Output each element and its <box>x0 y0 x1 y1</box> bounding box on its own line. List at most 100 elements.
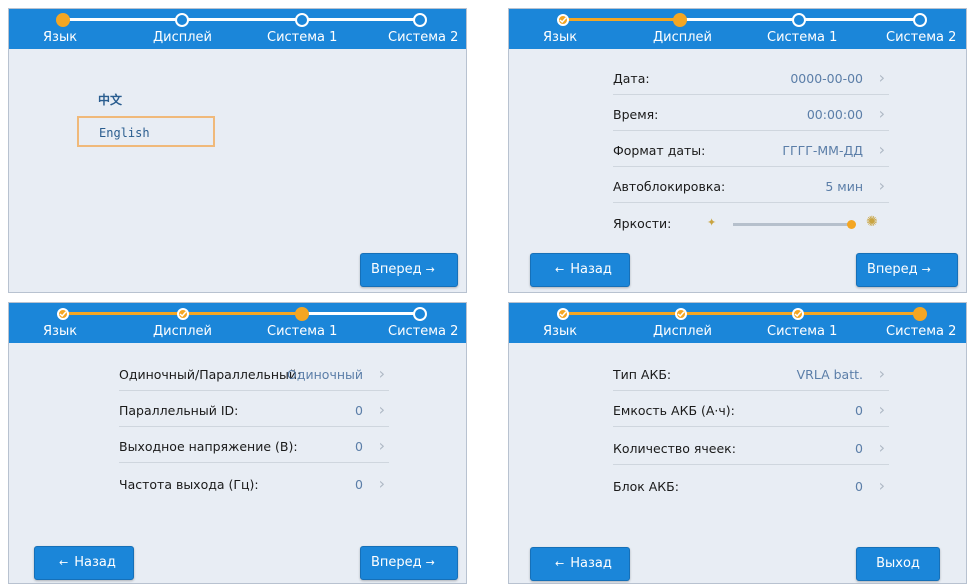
step-dot-current <box>56 13 70 27</box>
chevron-right-icon: › <box>878 176 885 195</box>
panel-system-2: Язык Дисплей Система 1 Система 2 Тип АКБ… <box>508 302 967 584</box>
checkmark-icon <box>559 17 567 24</box>
setting-row-date-format[interactable]: Формат даты: ГГГГ-ММ-ДД › <box>613 133 889 167</box>
arrow-left-icon: ← <box>555 263 565 276</box>
checkmark-icon <box>559 311 567 318</box>
step-dot <box>792 13 806 27</box>
step-dot-done <box>557 308 569 320</box>
chevron-right-icon: › <box>378 364 385 383</box>
brightness-slider-knob[interactable] <box>847 220 856 229</box>
step-dot <box>413 13 427 27</box>
arrow-right-icon: → <box>425 556 435 569</box>
wizard-progress: Язык Дисплей Система 1 Система 2 <box>509 9 966 49</box>
setting-label: Выходное напряжение (В): <box>119 439 298 454</box>
back-button[interactable]: ← Назад <box>34 546 134 580</box>
panel-system-1: Язык Дисплей Система 1 Система 2 Одиночн… <box>8 302 467 584</box>
setting-label: Тип АКБ: <box>613 367 672 382</box>
wizard-progress: Язык Дисплей Система 1 Система 2 <box>9 303 466 343</box>
checkmark-icon <box>677 311 685 318</box>
step-label-language[interactable]: Язык <box>43 30 77 45</box>
progress-track <box>63 18 419 21</box>
chevron-right-icon: › <box>378 436 385 455</box>
wizard-progress: Язык Дисплей Система 1 Система 2 <box>509 303 966 343</box>
setting-row-battery-block[interactable]: Блок АКБ: 0 › <box>613 469 889 503</box>
next-button[interactable]: Вперед → <box>856 253 958 287</box>
chevron-right-icon: › <box>878 140 885 159</box>
chevron-right-icon: › <box>878 364 885 383</box>
next-button-label: Вперед <box>867 262 918 277</box>
setting-row-parallel-id[interactable]: Параллельный ID: 0 › <box>119 393 389 427</box>
step-label-language[interactable]: Язык <box>543 324 577 339</box>
setting-row-battery-capacity[interactable]: Емкость АКБ (А·ч): 0 › <box>613 393 889 427</box>
checkmark-icon <box>794 311 802 318</box>
setting-value: VRLA batt. <box>796 367 863 382</box>
sun-icon-low: ✦ <box>707 216 717 229</box>
back-button[interactable]: ← Назад <box>530 253 630 287</box>
progress-track-done <box>563 18 680 21</box>
progress-track-done <box>563 312 919 315</box>
arrow-left-icon: ← <box>59 556 69 569</box>
progress-track <box>301 312 419 315</box>
step-label-system-1[interactable]: Система 1 <box>267 30 337 45</box>
setting-row-date[interactable]: Дата: 0000-00-00 › <box>613 61 889 95</box>
chevron-right-icon: › <box>878 68 885 87</box>
setting-row-time[interactable]: Время: 00:00:00 › <box>613 97 889 131</box>
chevron-right-icon: › <box>878 104 885 123</box>
setting-label: Блок АКБ: <box>613 479 679 494</box>
setting-label: Дата: <box>613 71 650 86</box>
step-label-language[interactable]: Язык <box>43 324 77 339</box>
step-label-system-1[interactable]: Система 1 <box>767 324 837 339</box>
setting-value: 0 <box>355 439 363 454</box>
step-label-system-2[interactable]: Система 2 <box>388 324 458 339</box>
setting-value: 0 <box>355 403 363 418</box>
setting-row-battery-type[interactable]: Тип АКБ: VRLA batt. › <box>613 357 889 391</box>
arrow-right-icon: → <box>425 263 435 276</box>
arrow-right-icon: → <box>921 263 931 276</box>
setting-row-autolock[interactable]: Автоблокировка: 5 мин › <box>613 169 889 203</box>
setting-value: ГГГГ-ММ-ДД <box>782 143 863 158</box>
setting-value: 0 <box>855 441 863 456</box>
step-label-system-2[interactable]: Система 2 <box>388 30 458 45</box>
step-dot-current <box>295 307 309 321</box>
brightness-slider[interactable] <box>733 223 851 226</box>
step-label-system-2[interactable]: Система 2 <box>886 30 956 45</box>
setting-row-output-voltage[interactable]: Выходное напряжение (В): 0 › <box>119 429 389 463</box>
setting-label: Автоблокировка: <box>613 179 726 194</box>
setting-row-mode[interactable]: Одиночный/Параллельный: Одиночный › <box>119 357 389 391</box>
setting-value: 0 <box>355 477 363 492</box>
setting-row-output-frequency[interactable]: Частота выхода (Гц): 0 › <box>119 467 389 501</box>
step-dot-done <box>675 308 687 320</box>
chevron-right-icon: › <box>878 438 885 457</box>
step-label-system-2[interactable]: Система 2 <box>886 324 956 339</box>
chevron-right-icon: › <box>878 400 885 419</box>
step-label-display[interactable]: Дисплей <box>153 30 212 45</box>
exit-button[interactable]: Выход <box>856 547 940 581</box>
setting-label: Время: <box>613 107 659 122</box>
sun-icon-high: ✺ <box>866 214 878 230</box>
back-button[interactable]: ← Назад <box>530 547 630 581</box>
next-button[interactable]: Вперед → <box>360 253 458 287</box>
step-label-display[interactable]: Дисплей <box>653 30 712 45</box>
step-label-system-1[interactable]: Система 1 <box>267 324 337 339</box>
step-label-display[interactable]: Дисплей <box>653 324 712 339</box>
step-label-display[interactable]: Дисплей <box>153 324 212 339</box>
chevron-right-icon: › <box>378 400 385 419</box>
step-dot-current <box>673 13 687 27</box>
step-dot-done <box>557 14 569 26</box>
step-label-system-1[interactable]: Система 1 <box>767 30 837 45</box>
next-button[interactable]: Вперед → <box>360 546 458 580</box>
wizard-progress: Язык Дисплей Система 1 Система 2 <box>9 9 466 49</box>
step-dot-done <box>57 308 69 320</box>
setting-value: 00:00:00 <box>806 107 863 122</box>
setting-value: 0 <box>855 479 863 494</box>
panel-language: Язык Дисплей Система 1 Система 2 中文 Engl… <box>8 8 467 293</box>
language-option-english[interactable]: English <box>99 126 150 140</box>
language-option-chinese[interactable]: 中文 <box>98 91 122 108</box>
step-label-language[interactable]: Язык <box>543 30 577 45</box>
chevron-right-icon: › <box>878 476 885 495</box>
setting-label: Количество ячеек: <box>613 441 736 456</box>
setting-label: Одиночный/Параллельный: <box>119 367 302 382</box>
setting-row-cell-count[interactable]: Количество ячеек: 0 › <box>613 431 889 465</box>
step-dot <box>175 13 189 27</box>
setting-value: 0000-00-00 <box>790 71 863 86</box>
